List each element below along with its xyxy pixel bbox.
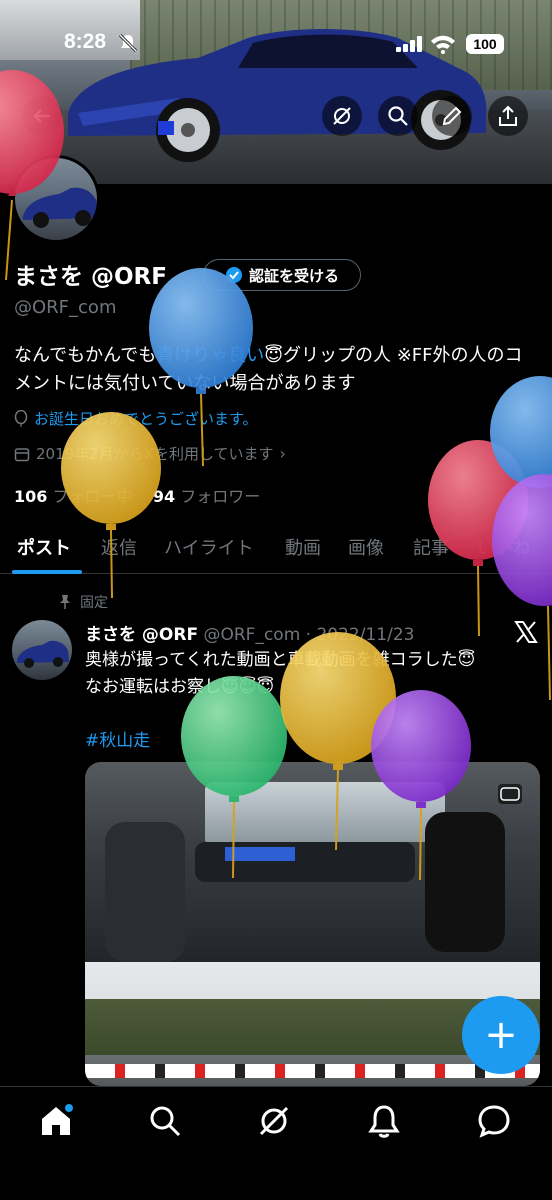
post-author-handle[interactable]: @ORF_com (203, 625, 300, 645)
birthday-row: お誕生日おめでとうございます。 (14, 408, 258, 429)
get-verified-label: 認証を受ける (248, 266, 339, 285)
post-text-line: なお運転はお察し😇😇😇 (85, 677, 275, 697)
profile-handle: @ORF_com (14, 297, 117, 318)
bio-prefix: なんでもかんでも (14, 345, 157, 366)
following-link[interactable]: 106 フォロー中 (14, 487, 133, 506)
birthday-text[interactable]: お誕生日おめでとうございます。 (34, 408, 258, 429)
post-text-line: 奥様が撮ってくれた動画と車載動画を雑コラした😇 (85, 650, 476, 670)
profile-name: まさを @ORF (14, 264, 167, 290)
tab-videos[interactable]: 動画 (285, 534, 321, 560)
cellular-signal-icon (396, 36, 422, 52)
tab-highlights[interactable]: ハイライト (164, 534, 254, 560)
bell-muted-icon (118, 33, 138, 53)
avatar-car-image (17, 640, 69, 668)
video-sponsor-boards (85, 1064, 540, 1078)
tab-articles[interactable]: 記事 (413, 534, 449, 560)
pinned-label-row: 固定 (58, 592, 108, 612)
profile-banner[interactable] (0, 0, 552, 184)
post-date[interactable]: 2022/11/23 (316, 625, 414, 645)
active-tab-indicator (12, 570, 82, 574)
captions-icon[interactable] (498, 784, 522, 804)
followers-link[interactable]: 94 フォロワー (153, 487, 260, 506)
search-icon (388, 106, 408, 126)
explore-icon[interactable] (147, 1103, 183, 1139)
bottom-navigation (0, 1086, 552, 1200)
wifi-icon (431, 35, 455, 54)
following-label: フォロー中 (52, 487, 133, 506)
notifications-icon[interactable] (366, 1103, 402, 1139)
bio-link[interactable]: 青けりゃ良い (156, 345, 264, 366)
post-author-name[interactable]: まさを @ORF (85, 625, 198, 645)
video-dash-screen (225, 847, 295, 861)
post-author-avatar[interactable] (12, 620, 72, 680)
edit-icon (442, 106, 462, 126)
grok-icon (333, 107, 351, 125)
avatar-car-image (23, 187, 97, 228)
video-driver-seat (425, 812, 505, 952)
followers-label: フォロワー (180, 487, 261, 506)
grok-button[interactable] (322, 96, 362, 136)
tab-likes[interactable]: いいね (477, 534, 531, 560)
post-hashtag[interactable]: #秋山走 (85, 726, 150, 751)
followers-count: 94 (152, 487, 176, 506)
status-bar: 8:28 100 (0, 30, 552, 60)
post-body: 奥様が撮ってくれた動画と車載動画を雑コラした😇 なお運転はお察し😇😇😇 (85, 647, 540, 701)
video-passenger-seat (105, 822, 185, 962)
pinned-text: 固定 (80, 595, 108, 611)
messages-icon[interactable] (476, 1103, 512, 1139)
grok-icon[interactable] (256, 1103, 292, 1139)
pin-icon (60, 595, 70, 609)
post-separator: · (305, 625, 312, 645)
back-icon (33, 109, 50, 123)
tab-images[interactable]: 画像 (348, 534, 384, 560)
edit-button[interactable] (432, 96, 472, 136)
get-verified-button[interactable]: 認証を受ける (203, 259, 361, 291)
joined-row[interactable]: 2019年2月からXを利用しています › (14, 443, 286, 464)
share-icon (499, 105, 517, 126)
follow-stats: 106 フォロー中 94 フォロワー (14, 483, 260, 507)
battery-indicator: 100 (466, 34, 504, 54)
home-icon[interactable] (38, 1103, 74, 1139)
tab-replies[interactable]: 返信 (101, 534, 137, 560)
video-windshield (205, 782, 445, 842)
profile-avatar[interactable] (12, 155, 100, 243)
search-button[interactable] (378, 96, 418, 136)
following-count: 106 (14, 487, 48, 506)
x-logo-icon (514, 621, 538, 643)
joined-text: 2019年2月からXを利用しています (36, 445, 274, 463)
status-time: 8:28 (64, 30, 107, 53)
tab-posts[interactable]: ポスト (17, 534, 71, 560)
compose-post-button[interactable]: + (462, 996, 540, 1074)
balloon-icon (14, 409, 28, 427)
plus-icon: + (484, 1012, 518, 1058)
back-button[interactable] (22, 96, 62, 136)
post-header: まさを @ORF @ORF_com · 2022/11/23 (85, 620, 414, 645)
profile-bio: なんでもかんでも青けりゃ良い😇グリップの人 ※FF外の人のコメントには気付いてい… (14, 342, 534, 398)
verified-badge-icon (225, 267, 242, 283)
calendar-icon (14, 447, 30, 461)
chevron-right-icon: › (279, 444, 286, 463)
profile-tabs: ポスト 返信 ハイライト 動画 画像 記事 いいね (0, 528, 552, 574)
share-button[interactable] (488, 96, 528, 136)
